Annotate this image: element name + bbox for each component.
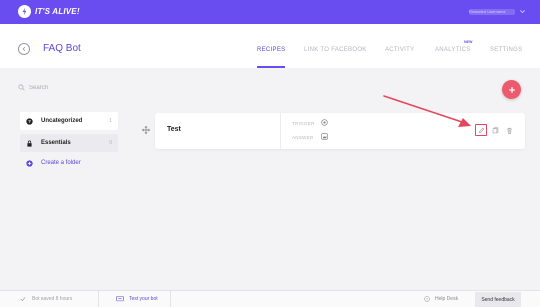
logo-icon (18, 5, 31, 18)
search-icon (18, 84, 25, 91)
chevron-down-icon (520, 10, 525, 14)
svg-text:?: ? (426, 297, 428, 301)
create-folder-button[interactable]: Create a folder (20, 156, 118, 170)
search-bar (18, 84, 109, 91)
folder-uncategorized[interactable]: ? Uncategorized 1 (20, 112, 118, 130)
folder-name: Essentials (41, 140, 71, 146)
tab-analytics[interactable]: ANALYTICS (435, 47, 471, 53)
test-bot-label: Test your bot (129, 296, 158, 302)
footer-bar: Bot saved 8 hours Test your bot ? Help D… (0, 290, 540, 307)
tab-link-to-facebook[interactable]: LINK TO FACEBOOK (304, 47, 367, 53)
tab-recipes[interactable]: RECIPES (257, 47, 285, 53)
brand-name: IT'S ALIVE! (35, 7, 80, 16)
search-input[interactable] (29, 84, 109, 91)
answer-label: ANSWER (292, 135, 314, 140)
folder-count: 0 (109, 140, 112, 146)
edit-button[interactable] (475, 124, 487, 136)
card-divider (280, 113, 281, 149)
footer-divider (170, 291, 171, 307)
trigger-label: TRIGGER (292, 121, 315, 126)
help-icon: ? (424, 296, 430, 302)
create-folder-label: Create a folder (41, 160, 81, 166)
plus-icon (508, 86, 515, 93)
help-desk-label: Help Desk (435, 296, 459, 302)
active-tab-indicator (257, 66, 285, 68)
delete-button[interactable] (503, 124, 515, 136)
recipe-name: Test (167, 126, 181, 133)
plus-circle-icon (26, 159, 33, 167)
trigger-icon[interactable] (321, 119, 328, 126)
question-circle-icon: ? (26, 117, 33, 125)
duplicate-button[interactable] (489, 124, 501, 136)
save-status: Bot saved 8 hours (20, 296, 72, 302)
bot-header: FAQ Bot RECIPES LINK TO FACEBOOK ACTIVIT… (0, 24, 540, 68)
new-badge: NEW (464, 40, 473, 44)
help-desk-link[interactable]: ? Help Desk (424, 296, 458, 302)
save-status-text: Bot saved 8 hours (32, 296, 73, 302)
top-bar: IT'S ALIVE! Redacted Username (0, 0, 540, 24)
footer-divider (98, 291, 99, 307)
user-name: Redacted Username (469, 8, 515, 15)
recipe-actions (475, 124, 515, 136)
move-icon[interactable] (142, 126, 150, 134)
tab-settings[interactable]: SETTINGS (490, 47, 522, 53)
tab-activity[interactable]: ACTIVITY (385, 47, 414, 53)
chat-icon (116, 296, 124, 302)
answer-icon[interactable] (321, 133, 328, 140)
folder-name: Uncategorized (41, 118, 83, 124)
folder-essentials[interactable]: Essentials 0 (20, 134, 118, 152)
brand[interactable]: IT'S ALIVE! (18, 5, 80, 18)
folder-list: ? Uncategorized 1 Essentials 0 Create a … (20, 112, 118, 170)
tab-bar: RECIPES LINK TO FACEBOOK ACTIVITY ANALYT… (0, 24, 540, 68)
lock-icon (27, 140, 32, 147)
add-recipe-button[interactable] (502, 80, 521, 99)
checkmark-icon (20, 297, 26, 302)
pencil-icon (478, 127, 484, 133)
folder-count: 1 (109, 118, 112, 124)
send-feedback-button[interactable]: Send feedback (475, 292, 521, 307)
copy-icon (492, 127, 498, 133)
user-menu[interactable]: Redacted Username (469, 8, 526, 15)
recipe-card[interactable]: Test TRIGGER ANSWER (155, 113, 525, 149)
trash-icon (506, 127, 512, 134)
svg-text:?: ? (28, 119, 31, 124)
test-bot-button[interactable]: Test your bot (116, 296, 158, 302)
